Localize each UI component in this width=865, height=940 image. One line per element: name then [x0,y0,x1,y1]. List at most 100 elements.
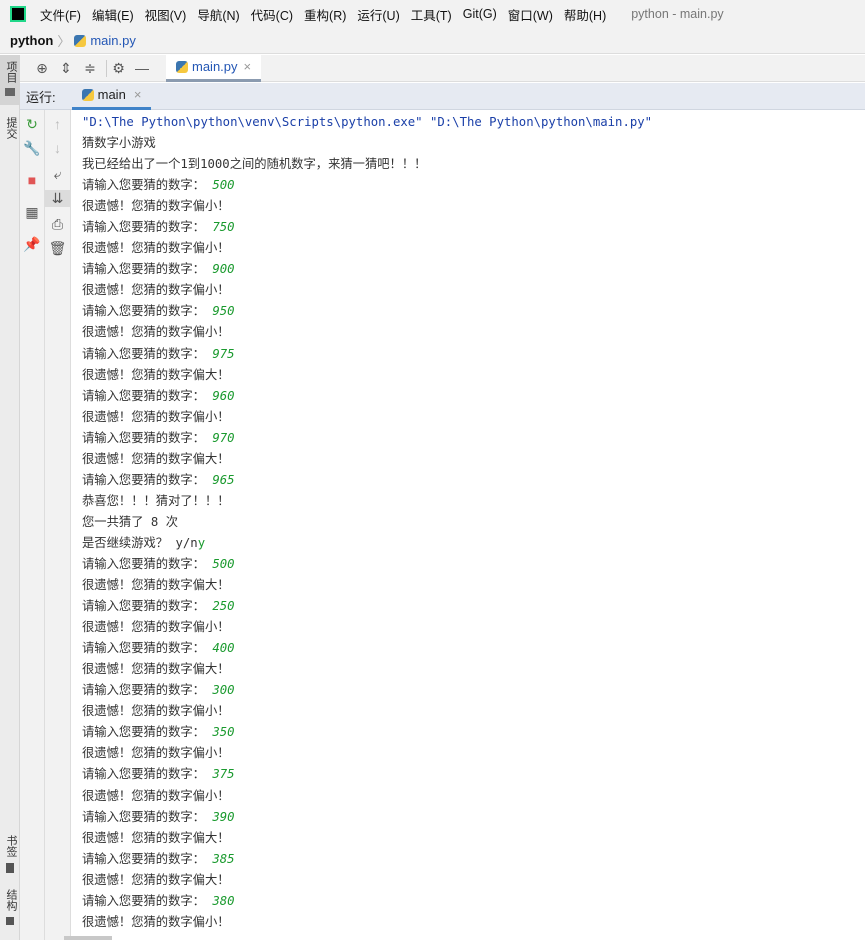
console-text: 请输入您要猜的数字： [82,304,213,319]
user-input: y [197,535,206,550]
down-arrow-icon[interactable]: ↓ [45,140,70,156]
console-text: 很遗憾！您猜的数字偏大！ [82,578,230,593]
menu-tools[interactable]: 工具(T) [411,5,452,24]
console-text: 很遗憾！您猜的数字偏大！ [82,872,230,887]
console-line: 很遗憾！您猜的数字偏大！ [82,365,865,386]
console-text: 请输入您要猜的数字： [82,683,213,698]
bookmarks-tool-button[interactable]: 书签 [3,835,19,857]
window-title: python - main.py [631,7,724,21]
breadcrumb-separator: 〉 [57,34,71,49]
console-line: 很遗憾！您猜的数字偏小！ [82,617,865,638]
console-text: 请输入您要猜的数字： [82,220,213,235]
run-tool-header: 运行: main × [20,83,865,110]
console-text: 很遗憾！您猜的数字偏小！ [82,620,230,635]
console-line: 很遗憾！您猜的数字偏小！ [82,322,865,343]
console-line: 很遗憾！您猜的数字偏大！ [82,659,865,680]
menu-code[interactable]: 代码(C) [251,5,293,24]
expand-all-icon[interactable]: ⇕ [54,60,78,77]
menu-navigate[interactable]: 导航(N) [197,5,239,24]
menu-help[interactable]: 帮助(H) [564,5,606,24]
run-tab-main[interactable]: main × [71,83,152,110]
gear-icon[interactable]: ⚙ [106,59,130,77]
menu-edit[interactable]: 编辑(E) [92,5,134,24]
console-line: 很遗憾！您猜的数字偏小！ [82,196,865,217]
close-icon[interactable]: × [134,87,142,102]
pycharm-logo-icon [10,6,26,22]
console-text: 很遗憾！您猜的数字偏小！ [82,704,230,719]
soft-wrap-icon[interactable]: ⤶ [45,166,70,183]
user-input: 390 [212,809,235,824]
run-tab-label: main [97,87,126,102]
console-text: 请输入您要猜的数字： [82,851,213,866]
folder-icon [5,88,15,96]
menu-refactor[interactable]: 重构(R) [304,5,346,24]
console-text: 很遗憾！您猜的数字偏小！ [82,241,230,256]
commit-tool-button[interactable]: 提交 [3,117,19,139]
user-input: 250 [212,599,235,614]
trash-icon[interactable]: 🗑 [45,240,70,257]
console-text: 请输入您要猜的数字： [82,388,213,403]
user-input: 350 [212,725,235,740]
hide-icon[interactable]: — [130,60,154,76]
console-text: 您一共猜了 8 次 [82,514,178,529]
console-text: 请输入您要猜的数字： [82,641,213,656]
close-icon[interactable]: × [244,59,252,74]
structure-tool-button[interactable]: 结构 [3,889,19,911]
console-text: 请输入您要猜的数字： [82,556,213,571]
console-text: 很遗憾！您猜的数字偏大！ [82,367,230,382]
menu-view[interactable]: 视图(V) [145,5,187,24]
console-text: 请输入您要猜的数字： [82,346,213,361]
menu-git[interactable]: Git(G) [463,7,497,21]
stop-icon[interactable]: ■ [20,172,44,188]
console-line: 请输入您要猜的数字： 350 [82,722,865,743]
breadcrumb-project[interactable]: python [10,33,53,48]
scroll-to-end-icon[interactable]: ⇊ [45,190,70,207]
menu-file[interactable]: 文件(F) [40,5,81,24]
console-text: 请输入您要猜的数字： [82,725,213,740]
console-line: 是否继续游戏？ y/ny [82,533,865,554]
collapse-all-icon[interactable]: ≑ [78,60,102,77]
layout-icon[interactable]: ▦ [20,204,44,221]
console-line: 很遗憾！您猜的数字偏小！ [82,786,865,807]
console-line: 很遗憾！您猜的数字偏小！ [82,238,865,259]
user-input: 750 [212,220,235,235]
user-input: 400 [212,641,235,656]
console-line: 请输入您要猜的数字： 300 [82,680,865,701]
console-output[interactable]: "D:\The Python\python\venv\Scripts\pytho… [82,112,865,933]
user-input: 380 [212,893,235,908]
project-tool-button[interactable]: 项目 [0,55,20,105]
project-label: 项目 [5,61,17,83]
console-line: 请输入您要猜的数字： 250 [82,596,865,617]
up-arrow-icon[interactable]: ↑ [45,116,70,132]
user-input: 970 [212,430,235,445]
console-text: 很遗憾！您猜的数字偏小！ [82,914,230,929]
console-line: 猜数字小游戏 [82,133,865,154]
console-text: 很遗憾！您猜的数字偏小！ [82,746,230,761]
user-input: 900 [212,262,235,277]
console-line: 请输入您要猜的数字： 975 [82,344,865,365]
rerun-icon[interactable]: ↻ [20,116,44,133]
user-input: 500 [212,178,235,193]
console-text: 很遗憾！您猜的数字偏大！ [82,662,230,677]
breadcrumb-file[interactable]: main.py [90,33,136,48]
console-line: 请输入您要猜的数字： 375 [82,764,865,785]
console-line: 请输入您要猜的数字： 970 [82,428,865,449]
console-text: 我已经给出了一个1到1000之间的随机数字，来猜一猜吧！！！ [82,157,427,172]
console-line: 很遗憾！您猜的数字偏小！ [82,743,865,764]
tab-main-py[interactable]: main.py × [166,54,262,82]
locate-icon[interactable]: ⊕ [30,60,54,77]
pin-icon[interactable]: 📌 [20,236,44,253]
print-icon[interactable]: ⎙ [45,216,70,233]
console-text: 请输入您要猜的数字： [82,262,213,277]
menu-run[interactable]: 运行(U) [357,5,399,24]
wrench-icon[interactable]: 🔧 [20,140,44,157]
console-text: 恭喜您！！！猜对了！！！ [82,493,230,508]
menu-window[interactable]: 窗口(W) [508,5,553,24]
menu-bar: 文件(F) 编辑(E) 视图(V) 导航(N) 代码(C) 重构(R) 运行(U… [0,0,865,28]
run-actions-toolbar: ↻ 🔧 ■ ▦ 📌 [20,110,45,940]
console-command-line: "D:\The Python\python\venv\Scripts\pytho… [82,112,865,133]
horizontal-scrollbar[interactable] [64,936,112,940]
python-file-icon [176,60,188,73]
user-input: 960 [212,388,235,403]
bookmark-icon [6,863,14,873]
